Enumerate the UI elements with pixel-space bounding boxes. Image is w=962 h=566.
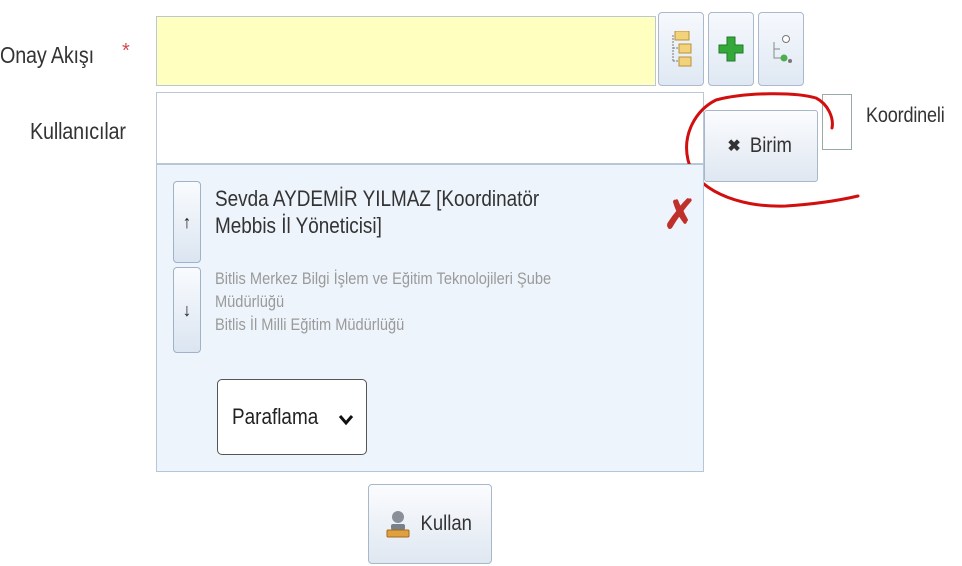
onay-akisi-input[interactable] [156, 16, 656, 86]
arrow-down-icon: ↓ [182, 299, 192, 320]
action-select-value: Paraflama [232, 404, 319, 429]
workflow-button[interactable] [758, 12, 804, 86]
add-button[interactable] [708, 12, 754, 86]
move-down-button[interactable]: ↓ [173, 267, 201, 353]
tree-list-button[interactable] [658, 12, 704, 86]
user-unit-line-2: Müdürlüğü [215, 292, 285, 311]
move-up-button[interactable]: ↑ [173, 181, 201, 263]
user-name-line-2: Mebbis İl Yöneticisi] [215, 213, 382, 238]
kullanicilar-label: Kullanıcılar [30, 118, 126, 144]
annotation-circle [685, 92, 860, 208]
chevron-down-icon [338, 406, 354, 432]
kullanicilar-input[interactable] [156, 92, 704, 164]
tree-list-icon [672, 31, 692, 67]
user-unit-line-3: Bitlis İl Milli Eğitim Müdürlüğü [215, 315, 405, 334]
delete-icon[interactable]: ✗ [663, 195, 697, 235]
user-name: Sevda AYDEMİR YILMAZ [Koordinatör Mebbis… [215, 185, 685, 239]
add-icon [718, 36, 744, 62]
user-unit-line-1: Bitlis Merkez Bilgi İşlem ve Eğitim Tekn… [215, 269, 552, 288]
kullan-button[interactable]: Kullan [368, 484, 492, 564]
user-entry-panel: ↑ ↓ Sevda AYDEMİR YILMAZ [Koordinatör Me… [156, 164, 704, 472]
onay-akisi-label-group: Onay Akışı * [0, 36, 150, 76]
arrow-up-icon: ↑ [182, 211, 192, 232]
koordineli-label: Koordineli [866, 104, 945, 127]
workflow-icon [773, 35, 792, 63]
user-name-line-1: Sevda AYDEMİR YILMAZ [Koordinatör [215, 186, 540, 211]
required-mark: * [122, 40, 130, 62]
kullan-label: Kullan [420, 512, 472, 535]
user-unit: Bitlis Merkez Bilgi İşlem ve Eğitim Tekn… [215, 267, 685, 336]
user-stamp-icon [386, 511, 410, 538]
onay-akisi-label: Onay Akışı [0, 42, 94, 68]
action-select[interactable]: Paraflama [217, 379, 367, 455]
